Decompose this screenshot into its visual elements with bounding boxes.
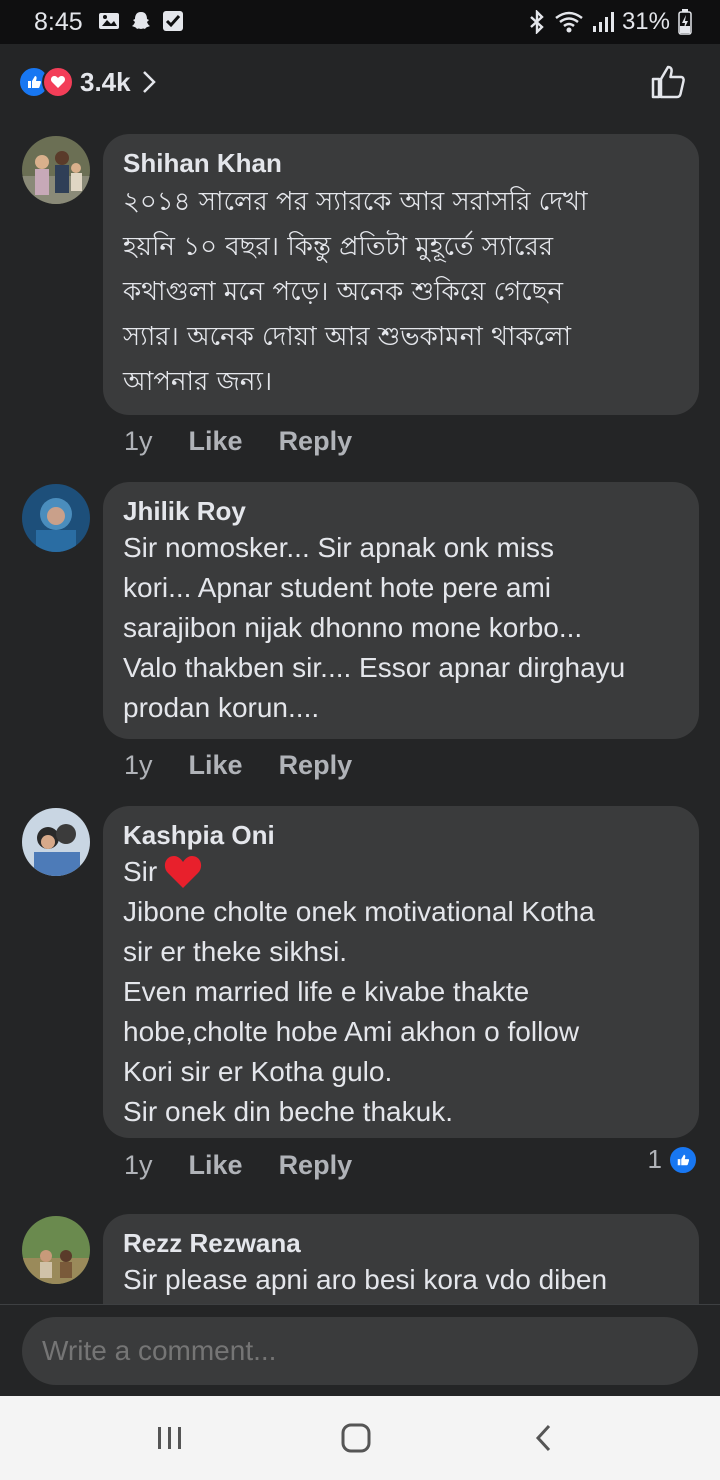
- love-reaction-icon: [42, 66, 74, 98]
- reactions-summary[interactable]: 3.4k: [18, 66, 157, 98]
- comment-input[interactable]: [22, 1317, 698, 1385]
- red-heart-icon: [165, 856, 202, 888]
- comment-actions: 1y Like Reply: [124, 1150, 352, 1181]
- comment-text: Jibone cholte onek motivational Kotha si…: [123, 896, 595, 1127]
- status-bar: 8:45 31%: [0, 0, 720, 44]
- comment-text: Sir please apni aro besi kora vdo diben: [123, 1264, 608, 1295]
- reactions-header: 3.4k: [0, 44, 720, 122]
- chevron-right-icon: [142, 71, 156, 93]
- avatar[interactable]: [22, 1216, 90, 1284]
- avatar[interactable]: [22, 484, 90, 552]
- checkbox-icon: [163, 11, 183, 31]
- reply-link[interactable]: Reply: [279, 1150, 353, 1181]
- comment-bubble[interactable]: Rezz Rezwana Sir please apni aro besi ko…: [103, 1214, 699, 1304]
- like-link[interactable]: Like: [189, 426, 243, 457]
- reply-link[interactable]: Reply: [279, 750, 353, 781]
- comment-bubble[interactable]: Jhilik Roy Sir nomosker... Sir apnak onk…: [103, 482, 699, 739]
- comment-text-start: Sir: [123, 856, 158, 887]
- reply-link[interactable]: Reply: [279, 426, 353, 457]
- snapchat-icon: [132, 12, 150, 29]
- comment-bubble[interactable]: Kashpia Oni Sir Jibone cholte onek motiv…: [103, 806, 699, 1138]
- battery-percent: 31%: [621, 8, 670, 35]
- comment-author[interactable]: Kashpia Oni: [123, 818, 679, 852]
- comment-time: 1y: [124, 426, 153, 456]
- comment-composer: [0, 1304, 720, 1397]
- comment-time: 1y: [124, 750, 153, 780]
- battery-icon: [678, 9, 692, 35]
- comment-author[interactable]: Rezz Rezwana: [123, 1226, 679, 1260]
- comment-actions: 1y Like Reply: [124, 750, 352, 781]
- like-count-number: 1: [647, 1144, 662, 1174]
- comment-time: 1y: [124, 1150, 153, 1180]
- comment-text-first-line: Sir: [123, 852, 679, 892]
- comment-actions: 1y Like Reply: [124, 426, 352, 457]
- like-reaction-icon: [668, 1144, 698, 1175]
- like-outline-icon[interactable]: [650, 64, 686, 100]
- comment-text: ২০১৪ সালের পর স্যারকে আর সরাসরি দেখা হয়…: [123, 187, 588, 397]
- recent-apps-icon[interactable]: [150, 1420, 190, 1456]
- bluetooth-icon: [530, 10, 544, 34]
- like-link[interactable]: Like: [189, 750, 243, 781]
- comment-feed[interactable]: Shihan Khan ২০১৪ সালের পর স্যারকে আর সরা…: [0, 122, 720, 1304]
- home-icon[interactable]: [336, 1420, 376, 1456]
- comment-like-count[interactable]: 1: [648, 1144, 698, 1175]
- avatar[interactable]: [22, 808, 90, 876]
- like-link[interactable]: Like: [189, 1150, 243, 1181]
- reaction-count: 3.4k: [80, 66, 131, 97]
- comment-bubble[interactable]: Shihan Khan ২০১৪ সালের পর স্যারকে আর সরা…: [103, 134, 699, 415]
- gallery-icon: [99, 13, 119, 29]
- wifi-icon: [555, 11, 583, 33]
- system-navigation-bar: [0, 1396, 720, 1480]
- back-icon[interactable]: [524, 1420, 564, 1456]
- avatar[interactable]: [22, 136, 90, 204]
- signal-icon: [592, 12, 614, 32]
- status-time: 8:45: [34, 8, 83, 36]
- comment-text: Sir nomosker... Sir apnak onk miss kori.…: [123, 532, 626, 723]
- comment-author[interactable]: Shihan Khan: [123, 146, 679, 180]
- comment-author[interactable]: Jhilik Roy: [123, 494, 679, 528]
